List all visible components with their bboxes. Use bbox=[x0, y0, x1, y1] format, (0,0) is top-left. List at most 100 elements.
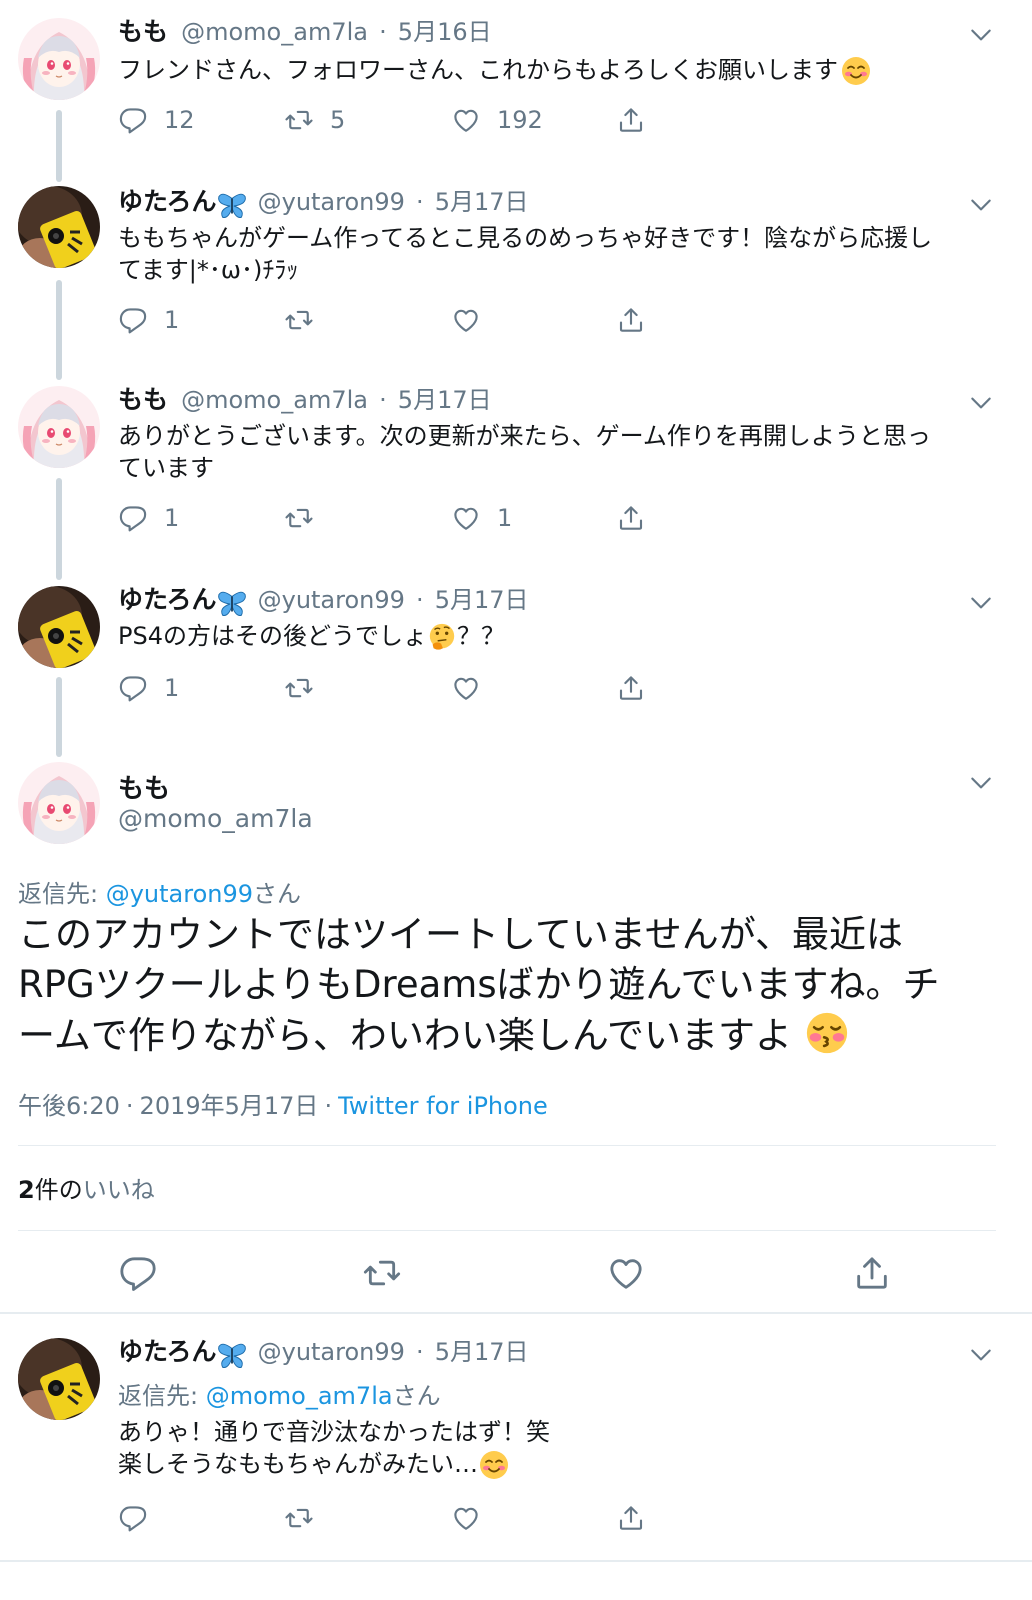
avatar[interactable] bbox=[18, 18, 100, 100]
tweet-full-date: 2019年5月17日 bbox=[139, 1092, 319, 1120]
reply-to-link[interactable]: @yutaron99 bbox=[106, 880, 253, 908]
reply-button[interactable]: 12 bbox=[118, 100, 195, 140]
reply-button[interactable]: 1 bbox=[118, 668, 179, 708]
tweet-text-line: ありゃ！通りで音沙汰なかったはず！笑 bbox=[118, 1418, 550, 1446]
reply-to-suffix: さん bbox=[253, 880, 302, 908]
tweet-date[interactable]: 5月17日 bbox=[435, 1338, 529, 1366]
tweet-date[interactable]: 5月17日 bbox=[435, 586, 529, 614]
like-icon bbox=[451, 673, 481, 703]
tweet[interactable]: ゆたろん @yutaron99 · 5月17日 PS4の方はその後どうでしょ？？… bbox=[0, 570, 1032, 740]
like-button[interactable] bbox=[451, 668, 481, 708]
like-button[interactable]: 192 bbox=[451, 100, 543, 140]
user-name[interactable]: ゆたろん bbox=[118, 585, 217, 614]
chevron-down-icon[interactable] bbox=[968, 22, 994, 48]
like-count: 1 bbox=[497, 504, 513, 532]
tweet-actions bbox=[118, 1498, 678, 1538]
share-button[interactable] bbox=[616, 498, 646, 538]
tweet-text: PS4の方はその後どうでしょ？？ bbox=[118, 622, 505, 652]
user-handle[interactable]: @yutaron99 bbox=[258, 1338, 405, 1366]
user-name[interactable]: もも bbox=[118, 768, 170, 805]
like-count: 192 bbox=[497, 106, 543, 134]
reply-icon bbox=[118, 1503, 148, 1533]
like-icon bbox=[451, 503, 481, 533]
reply-count: 12 bbox=[164, 106, 195, 134]
share-icon bbox=[616, 305, 646, 335]
tweet-source[interactable]: Twitter for iPhone bbox=[338, 1092, 548, 1120]
chevron-down-icon[interactable] bbox=[968, 770, 994, 796]
chevron-down-icon[interactable] bbox=[968, 590, 994, 616]
tweet-actions: 1 bbox=[118, 668, 678, 708]
tweet[interactable]: ゆたろん @yutaron99 · 5月17日 返信先: @momo_am7la… bbox=[0, 1316, 1032, 1566]
tweet-text-line: ありがとうございます。次の更新が来たら、ゲーム作りを再開しようと思っ bbox=[118, 422, 931, 450]
retweet-icon bbox=[284, 305, 314, 335]
like-button[interactable] bbox=[451, 1498, 481, 1538]
like-button[interactable] bbox=[451, 300, 481, 340]
user-handle[interactable]: @yutaron99 bbox=[258, 188, 405, 216]
share-button[interactable] bbox=[616, 300, 646, 340]
reply-button[interactable]: 1 bbox=[118, 498, 179, 538]
user-handle[interactable]: @momo_am7la bbox=[181, 18, 368, 46]
tweet[interactable]: ゆたろん @yutaron99 · 5月17日 ももちゃんがゲーム作ってるとこ見… bbox=[0, 170, 1032, 370]
likes-label: 件の bbox=[34, 1176, 83, 1204]
reply-button[interactable] bbox=[118, 1248, 158, 1298]
share-button[interactable] bbox=[616, 1498, 646, 1538]
likes-link[interactable]: いいね bbox=[83, 1176, 155, 1204]
retweet-button[interactable] bbox=[284, 498, 314, 538]
avatar[interactable] bbox=[18, 386, 100, 468]
retweet-button[interactable] bbox=[284, 668, 314, 708]
focused-tweet-text: このアカウントではツイートしていませんが、最近は RPGツクールよりもDream… bbox=[18, 910, 1008, 1061]
retweet-icon bbox=[284, 105, 314, 135]
user-handle[interactable]: @momo_am7la bbox=[181, 386, 368, 414]
divider bbox=[18, 1230, 996, 1231]
divider bbox=[18, 1145, 996, 1146]
smiling-emoji bbox=[478, 1449, 510, 1481]
reply-to-link[interactable]: @momo_am7la bbox=[206, 1382, 393, 1410]
retweet-icon bbox=[362, 1253, 402, 1293]
like-button[interactable] bbox=[606, 1248, 646, 1298]
tweet[interactable]: もも @momo_am7la · 5月16日 フレンドさん、フォロワーさん、これ… bbox=[0, 0, 1032, 170]
likes-summary[interactable]: 2件のいいね bbox=[18, 1170, 155, 1205]
section-divider bbox=[0, 1312, 1032, 1314]
share-button[interactable] bbox=[852, 1248, 892, 1298]
retweet-button[interactable] bbox=[362, 1248, 402, 1298]
likes-count: 2 bbox=[18, 1176, 35, 1204]
reply-to-label: 返信先: bbox=[118, 1382, 206, 1410]
user-name[interactable]: もも bbox=[118, 385, 168, 414]
avatar[interactable] bbox=[18, 186, 100, 268]
user-handle[interactable]: @yutaron99 bbox=[258, 586, 405, 614]
thinking-emoji bbox=[427, 622, 457, 652]
like-button[interactable]: 1 bbox=[451, 498, 512, 538]
reply-button[interactable]: 1 bbox=[118, 300, 179, 340]
reply-icon bbox=[118, 305, 148, 335]
tweet-date[interactable]: 5月16日 bbox=[398, 18, 492, 46]
reply-count: 1 bbox=[164, 504, 180, 532]
avatar[interactable] bbox=[18, 586, 100, 668]
chevron-down-icon[interactable] bbox=[968, 1342, 994, 1368]
retweet-button[interactable] bbox=[284, 1498, 314, 1538]
avatar[interactable] bbox=[18, 1338, 100, 1420]
tweet-date[interactable]: 5月17日 bbox=[398, 386, 492, 414]
share-button[interactable] bbox=[616, 668, 646, 708]
user-name[interactable]: もも bbox=[118, 17, 168, 46]
reply-icon bbox=[118, 673, 148, 703]
avatar[interactable] bbox=[18, 762, 100, 844]
tweet-actions: 12 5 192 bbox=[118, 100, 678, 140]
tweet-date[interactable]: 5月17日 bbox=[435, 188, 529, 216]
user-handle[interactable]: @momo_am7la bbox=[118, 804, 313, 833]
tweet-time: 午後6:20 bbox=[18, 1092, 120, 1120]
tweet[interactable]: もも @momo_am7la · 5月17日 ありがとうございます。次の更新が来… bbox=[0, 370, 1032, 570]
tweet-text-line: ています bbox=[118, 454, 214, 482]
retweet-button[interactable]: 5 bbox=[284, 100, 345, 140]
chevron-down-icon[interactable] bbox=[968, 390, 994, 416]
retweet-button[interactable] bbox=[284, 300, 314, 340]
user-name[interactable]: ゆたろん bbox=[118, 187, 217, 216]
share-icon bbox=[616, 503, 646, 533]
reply-count: 1 bbox=[164, 306, 180, 334]
reply-button[interactable] bbox=[118, 1498, 148, 1538]
tweet-text: フレンドさん、フォロワーさん、これからもよろしくお願いします bbox=[118, 54, 988, 87]
retweet-icon bbox=[284, 503, 314, 533]
user-name[interactable]: ゆたろん bbox=[118, 1337, 217, 1366]
reply-count: 1 bbox=[164, 674, 180, 702]
chevron-down-icon[interactable] bbox=[968, 192, 994, 218]
share-button[interactable] bbox=[616, 100, 646, 140]
